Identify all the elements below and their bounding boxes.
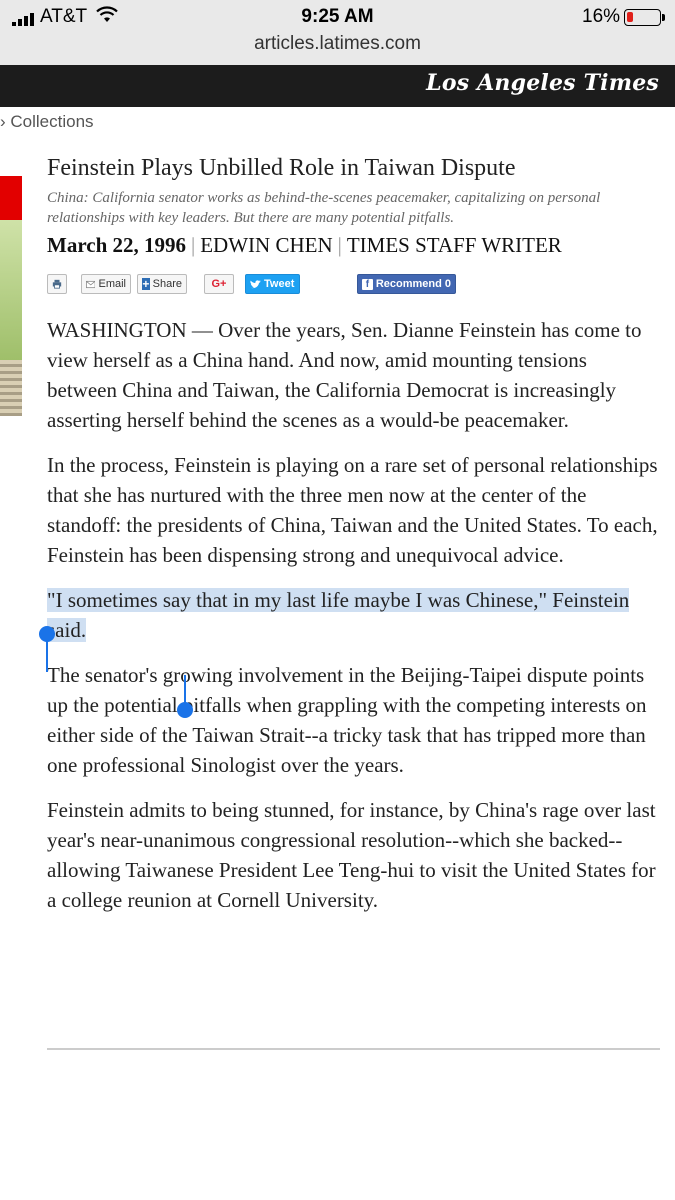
facebook-icon: f <box>362 278 373 290</box>
selection-start-handle[interactable] <box>39 626 55 642</box>
facebook-recommend-button[interactable]: f Recommend 0 <box>357 274 456 294</box>
article-body: WASHINGTON — Over the years, Sen. Dianne… <box>47 315 662 930</box>
collections-separator: › <box>0 112 11 131</box>
text-selection-highlight[interactable]: "I sometimes say that in my last life ma… <box>47 588 630 642</box>
byline: March 22, 1996 | EDWIN CHEN | TIMES STAFF WR… <box>47 233 562 257</box>
battery-percent: 16% <box>582 6 621 27</box>
share-button[interactable]: + Share <box>137 274 187 294</box>
tweet-button[interactable]: Tweet <box>245 274 300 294</box>
clock: 9:25 AM <box>301 6 374 27</box>
twitter-bird-icon <box>250 279 261 288</box>
collections-link[interactable]: › Collections <box>0 112 94 132</box>
article-subtitle: China: California senator works as behin… <box>47 190 601 226</box>
paragraph: Feinstein admits to being stunned, for i… <box>47 798 656 912</box>
email-button[interactable]: Email <box>81 274 131 294</box>
selected-quote-paragraph[interactable]: "I sometimes say that in my last life ma… <box>47 585 662 645</box>
article-end-divider <box>47 1048 660 1050</box>
share-label: Share <box>152 278 182 290</box>
site-logo[interactable]: Los Angeles Times <box>426 70 659 96</box>
recommend-count: 0 <box>444 278 451 290</box>
envelope-icon <box>86 280 96 288</box>
article-date: March 22, 1996 <box>47 233 187 257</box>
browser-chrome: AT&T 9:25 AM 16% articles.latimes.com <box>0 0 675 65</box>
site-header: Los Angeles Times <box>0 65 675 107</box>
url-bar[interactable]: articles.latimes.com <box>0 33 675 55</box>
plus-icon: + <box>142 277 150 291</box>
print-icon <box>52 279 62 289</box>
article-title: Feinstein Plays Unbilled Role in Taiwan … <box>47 155 516 181</box>
google-plus-label: G+ <box>211 278 227 290</box>
battery-icon <box>624 9 665 26</box>
tweet-label: Tweet <box>264 278 295 290</box>
paragraph: The senator's growing involvement in the… <box>47 663 647 777</box>
selection-start-caret <box>46 640 48 672</box>
collections-label: Collections <box>10 112 94 131</box>
email-label: Email <box>98 278 126 290</box>
google-plus-button[interactable]: G+ <box>204 274 234 294</box>
side-photo[interactable] <box>0 176 22 416</box>
recommend-label: Recommend <box>375 278 442 290</box>
status-bar: AT&T 9:25 AM 16% <box>0 6 675 30</box>
selection-end-handle[interactable] <box>177 702 193 718</box>
print-button[interactable] <box>47 274 67 294</box>
article-author[interactable]: EDWIN CHEN <box>200 233 332 257</box>
paragraph: WASHINGTON — Over the years, Sen. Dianne… <box>47 318 642 432</box>
article-role: TIMES STAFF WRITER <box>346 233 562 257</box>
paragraph: In the process, Feinstein is playing on … <box>47 453 658 567</box>
